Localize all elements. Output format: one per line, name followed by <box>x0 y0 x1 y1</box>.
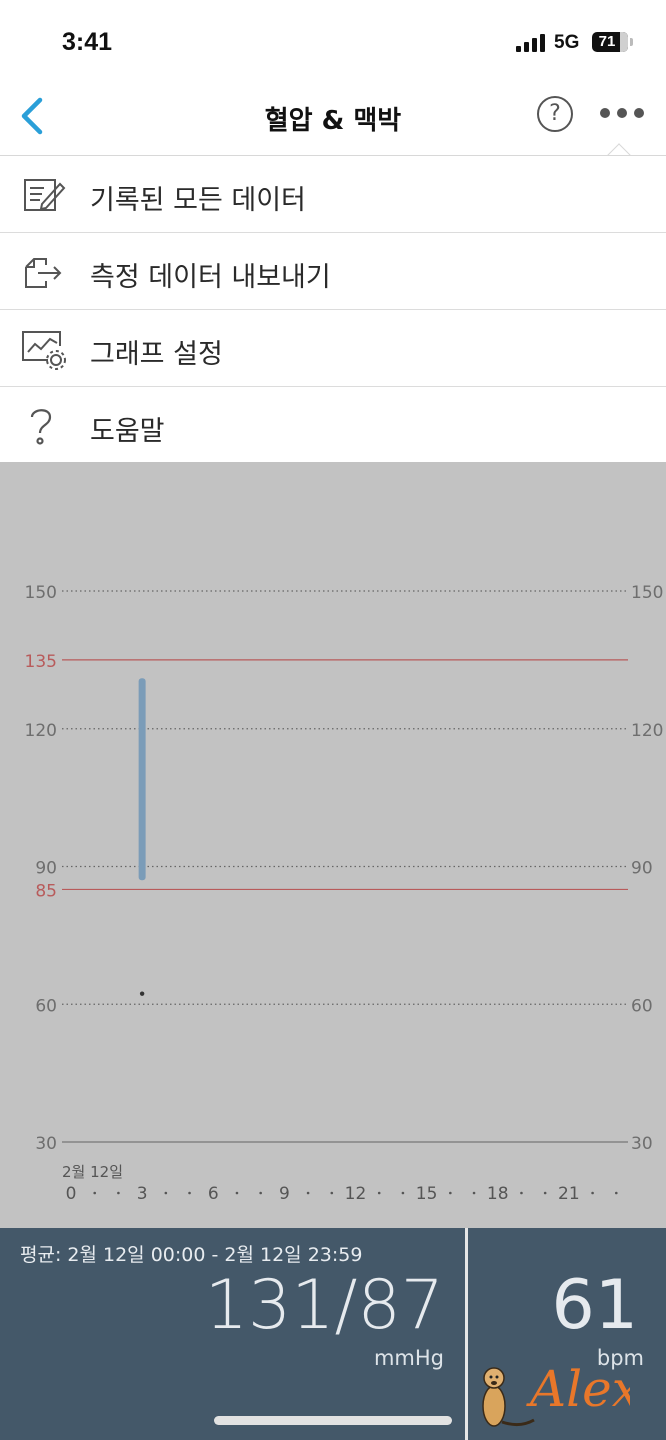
x-tick-label: 15 <box>416 1184 438 1204</box>
battery-icon: 71 <box>592 32 628 52</box>
menu-item-label: 기록된 모든 데이터 <box>90 185 306 216</box>
stats-panel: 평균: 2월 12일 00:00 - 2월 12일 23:59 131/87 m… <box>0 1228 666 1440</box>
x-minor-tick <box>164 1191 168 1195</box>
x-tick-label: 21 <box>558 1184 580 1204</box>
x-tick-label: 6 <box>208 1184 219 1204</box>
x-tick-label: 3 <box>137 1184 148 1204</box>
x-minor-tick <box>614 1191 618 1195</box>
pulse-value: 61 <box>551 1266 638 1345</box>
x-minor-tick <box>93 1191 97 1195</box>
menu-item-chart-settings[interactable]: 그래프 설정 <box>0 310 666 387</box>
bp-value: 131/87 <box>204 1266 444 1345</box>
question-icon <box>20 405 66 447</box>
meerkat-icon: Alex <box>482 1360 640 1427</box>
x-minor-tick <box>117 1191 120 1195</box>
menu-item-label: 측정 데이터 내보내기 <box>90 262 331 293</box>
x-minor-tick <box>235 1191 239 1195</box>
y-tick-label-right: 60 <box>631 996 653 1016</box>
y-tick-label-left: 120 <box>25 721 57 741</box>
battery-level: 71 <box>598 33 616 50</box>
reference-line-label: 85 <box>35 881 57 901</box>
average-period-label: 평균: 2월 12일 00:00 - 2월 12일 23:59 <box>20 1244 363 1266</box>
x-minor-tick <box>520 1191 523 1195</box>
edit-list-icon <box>20 174 66 216</box>
network-type: 5G <box>554 32 580 53</box>
y-tick-label-left: 60 <box>35 996 57 1016</box>
x-minor-tick <box>472 1191 476 1195</box>
x-minor-tick <box>188 1191 191 1195</box>
x-tick-label: 0 <box>66 1184 77 1204</box>
overflow-menu: 기록된 모든 데이터 측정 데이터 내보내기 그래프 설정 도움말 <box>0 155 666 464</box>
menu-item-help[interactable]: 도움말 <box>0 387 666 464</box>
menu-item-export[interactable]: 측정 데이터 내보내기 <box>0 233 666 310</box>
home-indicator <box>214 1416 452 1425</box>
x-minor-tick <box>449 1191 452 1195</box>
y-tick-label-left: 30 <box>35 1134 57 1154</box>
stats-divider <box>465 1228 468 1440</box>
watermark-text: Alex <box>526 1360 630 1418</box>
y-tick-label-right: 30 <box>631 1134 653 1154</box>
x-tick-label: 18 <box>487 1184 509 1204</box>
chart-canvas: 30 30 60 60 90 90 120 120 150 150 135 85 2월 12일 0 3 6 9 1… <box>25 583 664 1204</box>
watermark: Alex <box>470 1336 640 1432</box>
y-tick-label-right: 150 <box>631 583 663 603</box>
x-minor-tick <box>306 1191 310 1195</box>
x-minor-tick <box>259 1191 262 1195</box>
battery-tip <box>630 38 633 46</box>
y-tick-label-left: 150 <box>25 583 57 603</box>
bp-chart[interactable]: 30 30 60 60 90 90 120 120 150 150 135 85 2월 12일 0 3 6 9 1… <box>0 462 666 1228</box>
y-tick-label-right: 120 <box>631 721 663 741</box>
status-bar: 3:41 5G 71 <box>0 0 666 80</box>
question-circle-icon[interactable]: ? <box>537 96 573 132</box>
export-icon <box>20 251 66 293</box>
x-minor-tick <box>330 1191 334 1195</box>
bp-unit: mmHg <box>373 1346 444 1370</box>
x-minor-tick <box>543 1191 547 1195</box>
x-date-label: 2월 12일 <box>62 1163 123 1181</box>
x-minor-tick <box>401 1191 405 1195</box>
bp-range-bar <box>138 678 146 881</box>
menu-item-label: 그래프 설정 <box>90 339 223 370</box>
x-tick-label: 12 <box>345 1184 367 1204</box>
menu-item-label: 도움말 <box>90 416 165 447</box>
x-minor-tick <box>591 1191 594 1195</box>
x-tick-label: 9 <box>279 1184 290 1204</box>
y-tick-label-left: 90 <box>35 859 57 879</box>
more-horizontal-icon[interactable] <box>600 108 646 120</box>
y-tick-label-right: 90 <box>631 859 653 879</box>
pulse-point <box>139 991 145 996</box>
status-time: 3:41 <box>62 28 113 56</box>
chart-settings-icon <box>20 328 66 370</box>
reference-line-label: 135 <box>25 652 57 672</box>
signal-icon <box>516 34 548 52</box>
nav-bar: 혈압 & 맥박 ? <box>0 80 666 156</box>
x-minor-tick <box>377 1191 381 1195</box>
menu-item-all-data[interactable]: 기록된 모든 데이터 <box>0 156 666 233</box>
